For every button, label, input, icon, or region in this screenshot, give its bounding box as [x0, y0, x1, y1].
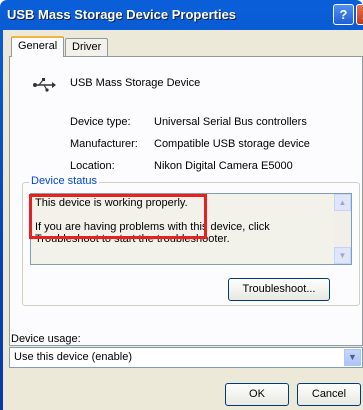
status-scrollbar[interactable]: ▲ ▼ [334, 194, 351, 264]
chevron-down-icon[interactable]: ▼ [344, 349, 361, 366]
properties-window: USB Mass Storage Device Properties ? X G… [0, 0, 363, 410]
manufacturer-value: Compatible USB storage device [154, 138, 310, 150]
device-name: USB Mass Storage Device [70, 77, 201, 89]
usb-icon [33, 78, 56, 92]
device-type-label: Device type: [70, 116, 131, 128]
device-status-group: Device status This device is working pro… [22, 175, 360, 306]
device-usage-label: Device usage: [11, 333, 81, 345]
general-panel: USB Mass Storage Device Device type: Uni… [9, 56, 363, 346]
ok-button[interactable]: OK [225, 383, 289, 406]
tab-general[interactable]: General [11, 36, 65, 57]
location-label: Location: [70, 160, 115, 172]
device-status-text: This device is working properly. If you … [35, 197, 270, 245]
tab-driver[interactable]: Driver [65, 38, 109, 56]
scroll-down-icon[interactable]: ▼ [334, 247, 351, 264]
device-usage-select[interactable]: Use this device (enable) ▼ [9, 347, 363, 368]
device-status-legend: Device status [29, 175, 100, 187]
location-value: Nikon Digital Camera E5000 [154, 160, 293, 172]
manufacturer-label: Manufacturer: [70, 138, 138, 150]
device-usage-value: Use this device (enable) [14, 351, 133, 363]
window-title: USB Mass Storage Device Properties [7, 7, 237, 22]
help-button[interactable]: ? [333, 4, 354, 25]
cancel-button[interactable]: Cancel [297, 383, 361, 406]
scroll-up-icon[interactable]: ▲ [334, 194, 351, 211]
device-type-value: Universal Serial Bus controllers [154, 116, 307, 128]
close-button[interactable]: X [356, 4, 363, 25]
device-status-box[interactable]: This device is working properly. If you … [30, 193, 352, 265]
title-bar[interactable]: USB Mass Storage Device Properties ? X [0, 0, 363, 30]
dialog-client: General Driver USB Mass Storage Device D… [3, 30, 363, 410]
troubleshoot-button[interactable]: Troubleshoot... [228, 278, 330, 301]
